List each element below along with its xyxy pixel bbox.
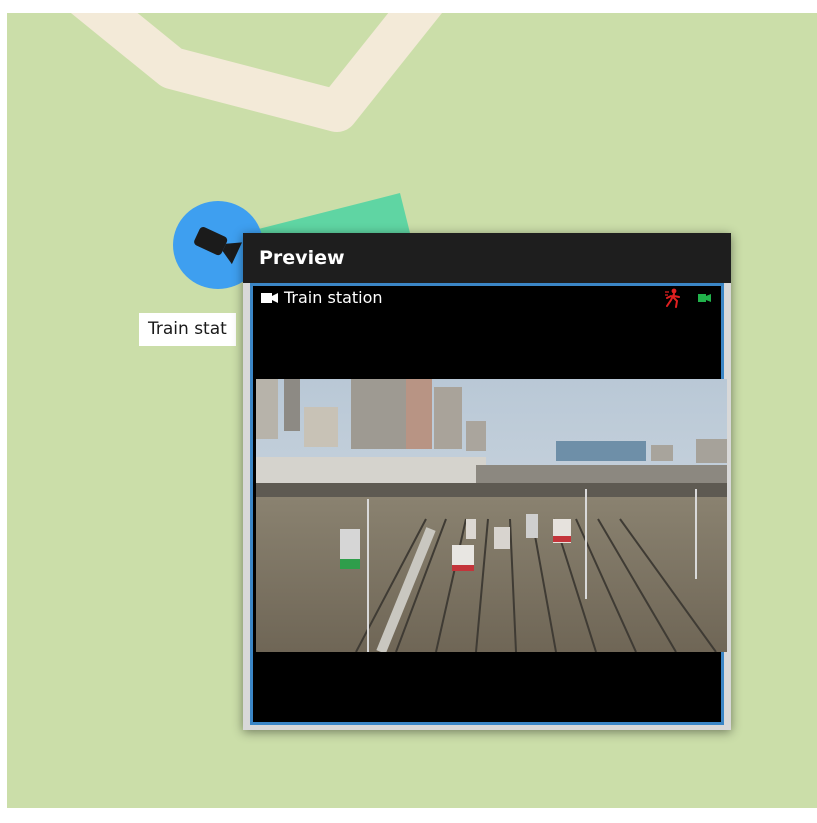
motion-detected-icon xyxy=(665,288,680,308)
preview-popup[interactable]: Preview Train station xyxy=(243,233,731,730)
preview-title: Preview xyxy=(243,233,731,283)
road-segment xyxy=(70,13,442,132)
video-camera-icon xyxy=(261,293,278,303)
camera-name: Train station xyxy=(284,288,383,307)
camera-icon xyxy=(194,226,243,265)
recording-icon xyxy=(698,294,711,302)
camera-marker-label: Train stat xyxy=(139,313,236,346)
camera-video-feed xyxy=(256,379,727,652)
camera-title-bar: Train station xyxy=(253,286,721,310)
camera-view-tile[interactable]: Train station xyxy=(250,283,727,725)
